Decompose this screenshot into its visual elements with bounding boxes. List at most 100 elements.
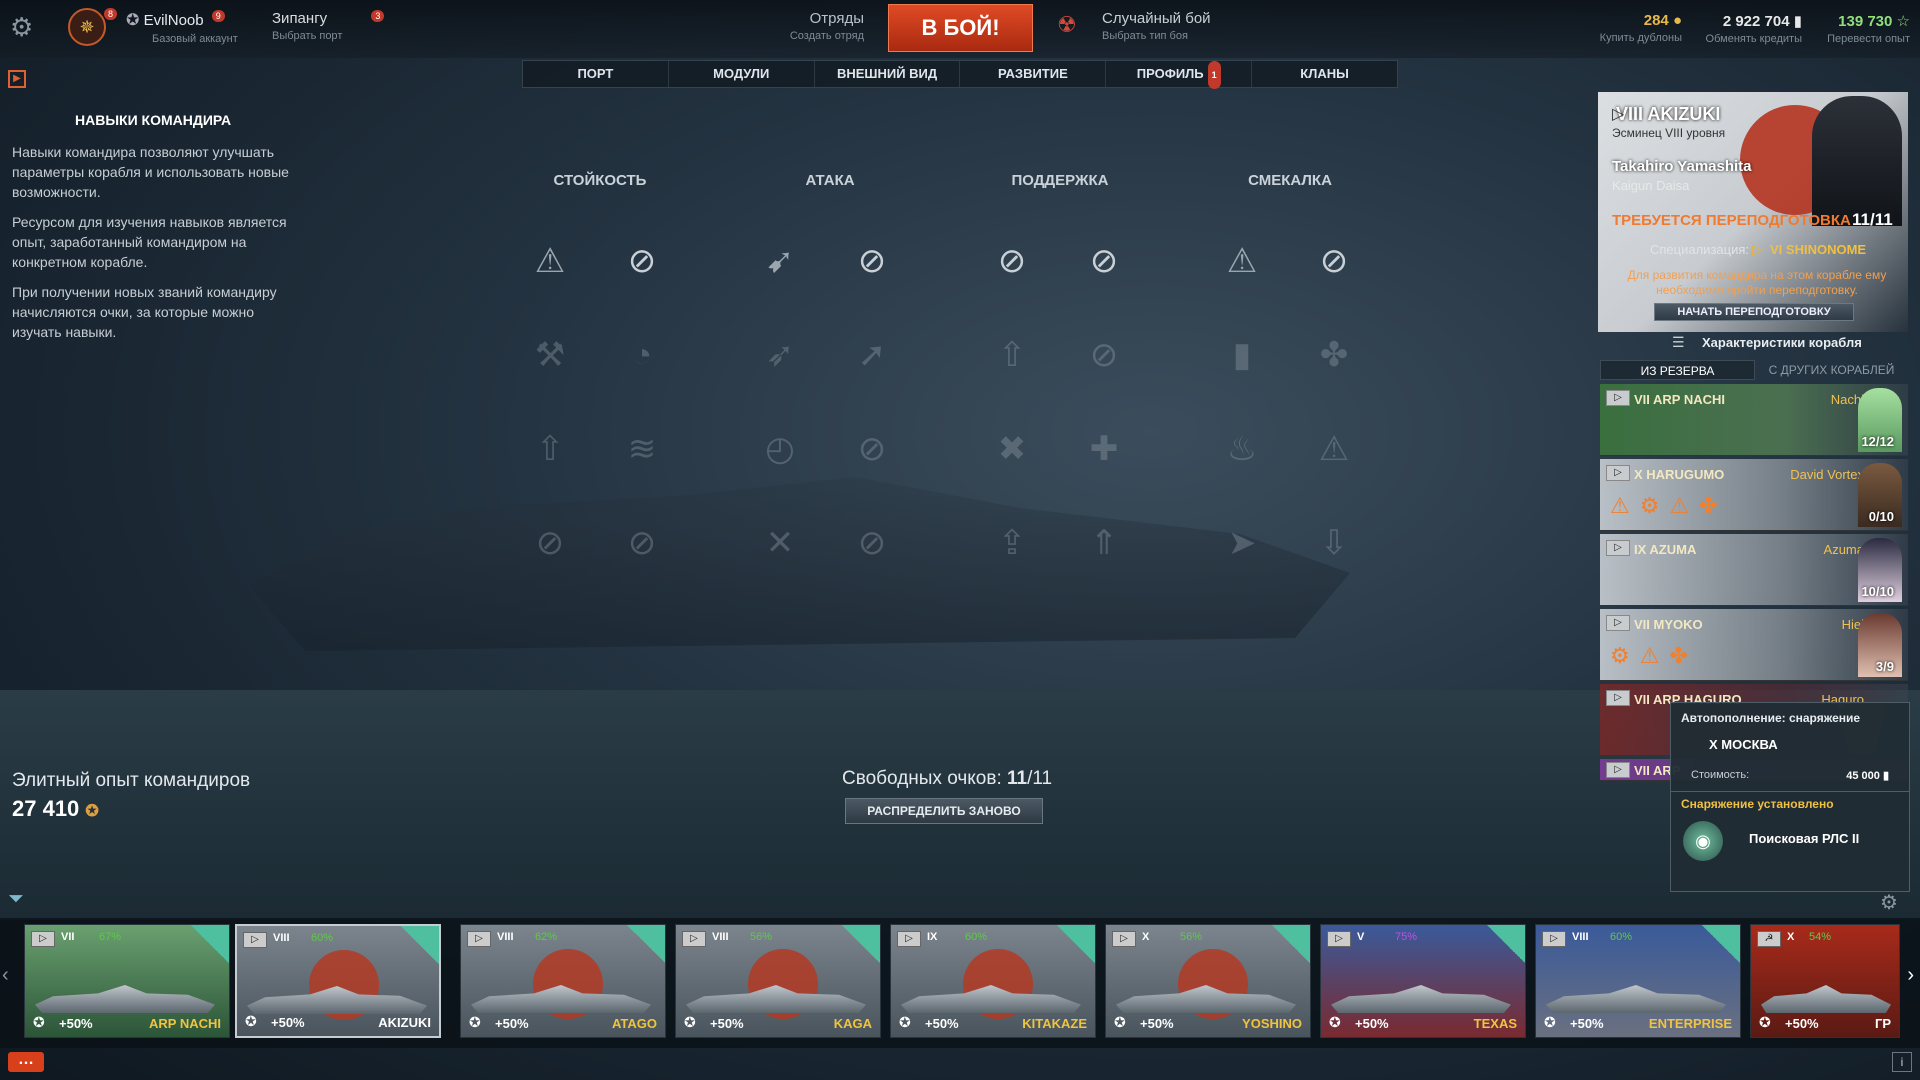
doubloons-value: 284 bbox=[1643, 12, 1669, 29]
skill-torpedo-icon[interactable]: ➹ bbox=[753, 234, 807, 288]
chat-icon[interactable]: … bbox=[8, 1052, 44, 1072]
skill-shell-warning-icon[interactable]: ⚠ bbox=[1215, 234, 1269, 288]
ship-card[interactable]: ▷ VIII 56% ✪ +50% KAGA bbox=[675, 924, 881, 1038]
info-icon[interactable]: i bbox=[1892, 1052, 1912, 1072]
credits-icon: ▮ bbox=[1882, 770, 1889, 782]
ship-card[interactable]: ▷ VIII 62% ✪ +50% ATAGO bbox=[460, 924, 666, 1038]
commander-ship: VIII AKIZUKI bbox=[1616, 104, 1721, 124]
ship-name: KAGA bbox=[833, 1016, 872, 1031]
ship-card[interactable]: ▷ V 75% ✪ +50% TEXAS bbox=[1320, 924, 1526, 1038]
skill-disabled-icon[interactable]: ⊘ bbox=[845, 234, 899, 288]
skill-consumable-up-icon[interactable]: ⇪ bbox=[985, 516, 1039, 570]
doubloons[interactable]: 284 ● Купить дублоны bbox=[1590, 12, 1682, 44]
tab-modules[interactable]: МОДУЛИ bbox=[669, 61, 815, 87]
ship-win-pct: 75% bbox=[1395, 931, 1418, 943]
rename-arrow-icon[interactable]: ↓ bbox=[1746, 158, 1753, 173]
rank-emblem-icon[interactable]: ✵ bbox=[68, 8, 106, 46]
tab-profile-label: ПРОФИЛЬ bbox=[1136, 66, 1204, 81]
skill-timer-icon[interactable]: ◔ bbox=[615, 328, 669, 382]
battle-button[interactable]: В БОЙ! bbox=[888, 4, 1033, 52]
carousel-left-arrow-icon[interactable]: ‹ bbox=[2, 964, 9, 987]
start-retrain-button[interactable]: НАЧАТЬ ПЕРЕПОДГОТОВКУ bbox=[1654, 303, 1854, 321]
list-icon[interactable]: ☰ bbox=[1672, 334, 1685, 351]
reserve-commander-row[interactable]: ▷ VII MYOKO Hiei ⚙⚠✤ 3/9 bbox=[1600, 609, 1908, 681]
ship-card-selected[interactable]: ▷ VIII 60% ✪ +50% AKIZUKI bbox=[235, 924, 441, 1038]
premium-star-icon: ✪ bbox=[245, 1013, 257, 1029]
ship-xp-bonus: +50% bbox=[1140, 1016, 1174, 1031]
skill-gun-icon[interactable]: ➶ bbox=[753, 328, 807, 382]
redistribute-button[interactable]: РАСПРЕДЕЛИТЬ ЗАНОВО bbox=[845, 798, 1043, 824]
skill-disabled-icon[interactable]: ⊘ bbox=[1307, 234, 1361, 288]
tab-exterior[interactable]: ВНЕШНИЙ ВИД bbox=[815, 61, 961, 87]
reserve-commander-row[interactable]: ▷ VII ARP NACHI Nachi 12/12 bbox=[1600, 384, 1908, 456]
divider bbox=[1671, 791, 1909, 792]
filter-icon[interactable]: ⏷ bbox=[8, 888, 24, 911]
free-points: Свободных очков: 11/11 bbox=[842, 768, 1052, 790]
tab-from-other-ships[interactable]: С ДРУГИХ КОРАБЛЕЙ bbox=[1755, 360, 1908, 380]
skill-repair-icon[interactable]: ⇧ bbox=[523, 422, 577, 476]
player-account[interactable]: ✪ EvilNoob 9 Базовый аккаунт bbox=[126, 10, 238, 45]
ship-card[interactable]: ▷ IX 60% ✪ +50% KITAKAZE bbox=[890, 924, 1096, 1038]
skill-disabled-icon[interactable]: ⊘ bbox=[1077, 328, 1131, 382]
settings-gear-icon[interactable]: ⚙ bbox=[1880, 890, 1898, 915]
ship-win-pct: 67% bbox=[99, 931, 122, 943]
skill-upgrade-icon[interactable]: ⇧ bbox=[985, 328, 1039, 382]
skill-disabled-icon[interactable]: ⊘ bbox=[1077, 234, 1131, 288]
premium-star-icon: ✪ bbox=[33, 1014, 45, 1030]
skill-disabled-icon[interactable]: ⊘ bbox=[985, 234, 1039, 288]
skill-disabled-icon[interactable]: ⊘ bbox=[523, 516, 577, 570]
ship-tier: VIII bbox=[497, 931, 514, 943]
reserve-commander-row[interactable]: ▷ IX AZUMA Azuma 10/10 bbox=[1600, 534, 1908, 606]
credits[interactable]: 2 922 704 ▮ Обменять кредиты bbox=[1690, 12, 1802, 45]
skill-cross-icon[interactable]: ✕ bbox=[753, 516, 807, 570]
skill-disabled-icon[interactable]: ⊘ bbox=[615, 516, 669, 570]
skill-ammo-icon[interactable]: ▮ bbox=[1215, 328, 1269, 382]
battle-mode-icon: ☢ bbox=[1057, 12, 1077, 37]
reserve-commander-row[interactable]: ▷ X HARUGUMO David Vortex ⚠⚙⚠✤ 0/10 bbox=[1600, 459, 1908, 531]
battle-mode-selector[interactable]: Случайный бой Выбрать тип боя bbox=[1102, 10, 1211, 42]
destroyer-class-icon: ▷ bbox=[1612, 106, 1625, 123]
skill-heal-icon[interactable]: ⇑ bbox=[1077, 516, 1131, 570]
skill-fire-icon[interactable]: ♨ bbox=[1215, 422, 1269, 476]
video-play-icon[interactable]: ▶ bbox=[8, 70, 26, 88]
skill-alert-icon[interactable]: ⚠ bbox=[1307, 422, 1361, 476]
skill-disabled-icon[interactable]: ⊘ bbox=[615, 234, 669, 288]
reserve-ship: VII MYOKO bbox=[1634, 617, 1703, 632]
premium-star-icon: ✪ bbox=[1759, 1014, 1771, 1030]
tab-from-reserve[interactable]: ИЗ РЕЗЕРВА bbox=[1600, 360, 1755, 380]
tab-profile[interactable]: ПРОФИЛЬ 1 bbox=[1106, 61, 1253, 89]
skill-reload-icon[interactable]: ◴ bbox=[753, 422, 807, 476]
skill-warning-icon[interactable]: ⚠ bbox=[523, 234, 577, 288]
skill-shell-icon[interactable]: ➚ bbox=[845, 328, 899, 382]
ship-tier: X bbox=[1787, 931, 1795, 943]
skill-plus-icon[interactable]: ✚ bbox=[1077, 422, 1131, 476]
ship-silhouette bbox=[35, 985, 215, 1013]
tab-development[interactable]: РАЗВИТИЕ bbox=[960, 61, 1107, 87]
gear-icon[interactable]: ⚙ bbox=[10, 12, 33, 43]
card-corner-flag bbox=[1487, 925, 1525, 963]
ship-xp-bonus: +50% bbox=[59, 1016, 93, 1031]
skill-wrench-icon[interactable]: ⚒ bbox=[523, 328, 577, 382]
tab-clans[interactable]: КЛАНЫ bbox=[1252, 61, 1397, 87]
carousel-right-arrow-icon[interactable]: › bbox=[1907, 964, 1914, 987]
ship-silhouette bbox=[471, 985, 651, 1013]
skill-consumable-icon[interactable]: ✖ bbox=[985, 422, 1039, 476]
divisions-button[interactable]: Отряды Создать отряд bbox=[784, 10, 864, 42]
skill-arrow-down-icon[interactable]: ⇩ bbox=[1307, 516, 1361, 570]
skill-compass-icon[interactable]: ➤ bbox=[1215, 516, 1269, 570]
port-selector[interactable]: Зипангу 3 Выбрать порт bbox=[272, 10, 385, 42]
free-xp-value: 139 730 bbox=[1838, 13, 1893, 30]
ship-card[interactable]: ▷ X 56% ✪ +50% YOSHINO bbox=[1105, 924, 1311, 1038]
ship-class-icon: ▷ bbox=[1606, 762, 1630, 778]
ship-card[interactable]: ▷ VIII 60% ✪ +50% ENTERPRISE bbox=[1535, 924, 1741, 1038]
ship-stats-link[interactable]: Характеристики корабля bbox=[1702, 335, 1862, 350]
ship-card[interactable]: ▷ VII 67% ✪ +50% ARP NACHI bbox=[24, 924, 230, 1038]
skill-flood-icon[interactable]: ≋ bbox=[615, 422, 669, 476]
skill-fan-icon[interactable]: ✤ bbox=[1307, 328, 1361, 382]
skill-disabled-icon[interactable]: ⊘ bbox=[845, 516, 899, 570]
ship-xp-bonus: +50% bbox=[1355, 1016, 1389, 1031]
free-xp[interactable]: 139 730 ☆ Перевести опыт bbox=[1806, 12, 1910, 45]
ship-card[interactable]: ☭ X 54% ✪ +50% ГР bbox=[1750, 924, 1900, 1038]
tab-port[interactable]: ПОРТ bbox=[523, 61, 669, 87]
skill-disabled-icon[interactable]: ⊘ bbox=[845, 422, 899, 476]
